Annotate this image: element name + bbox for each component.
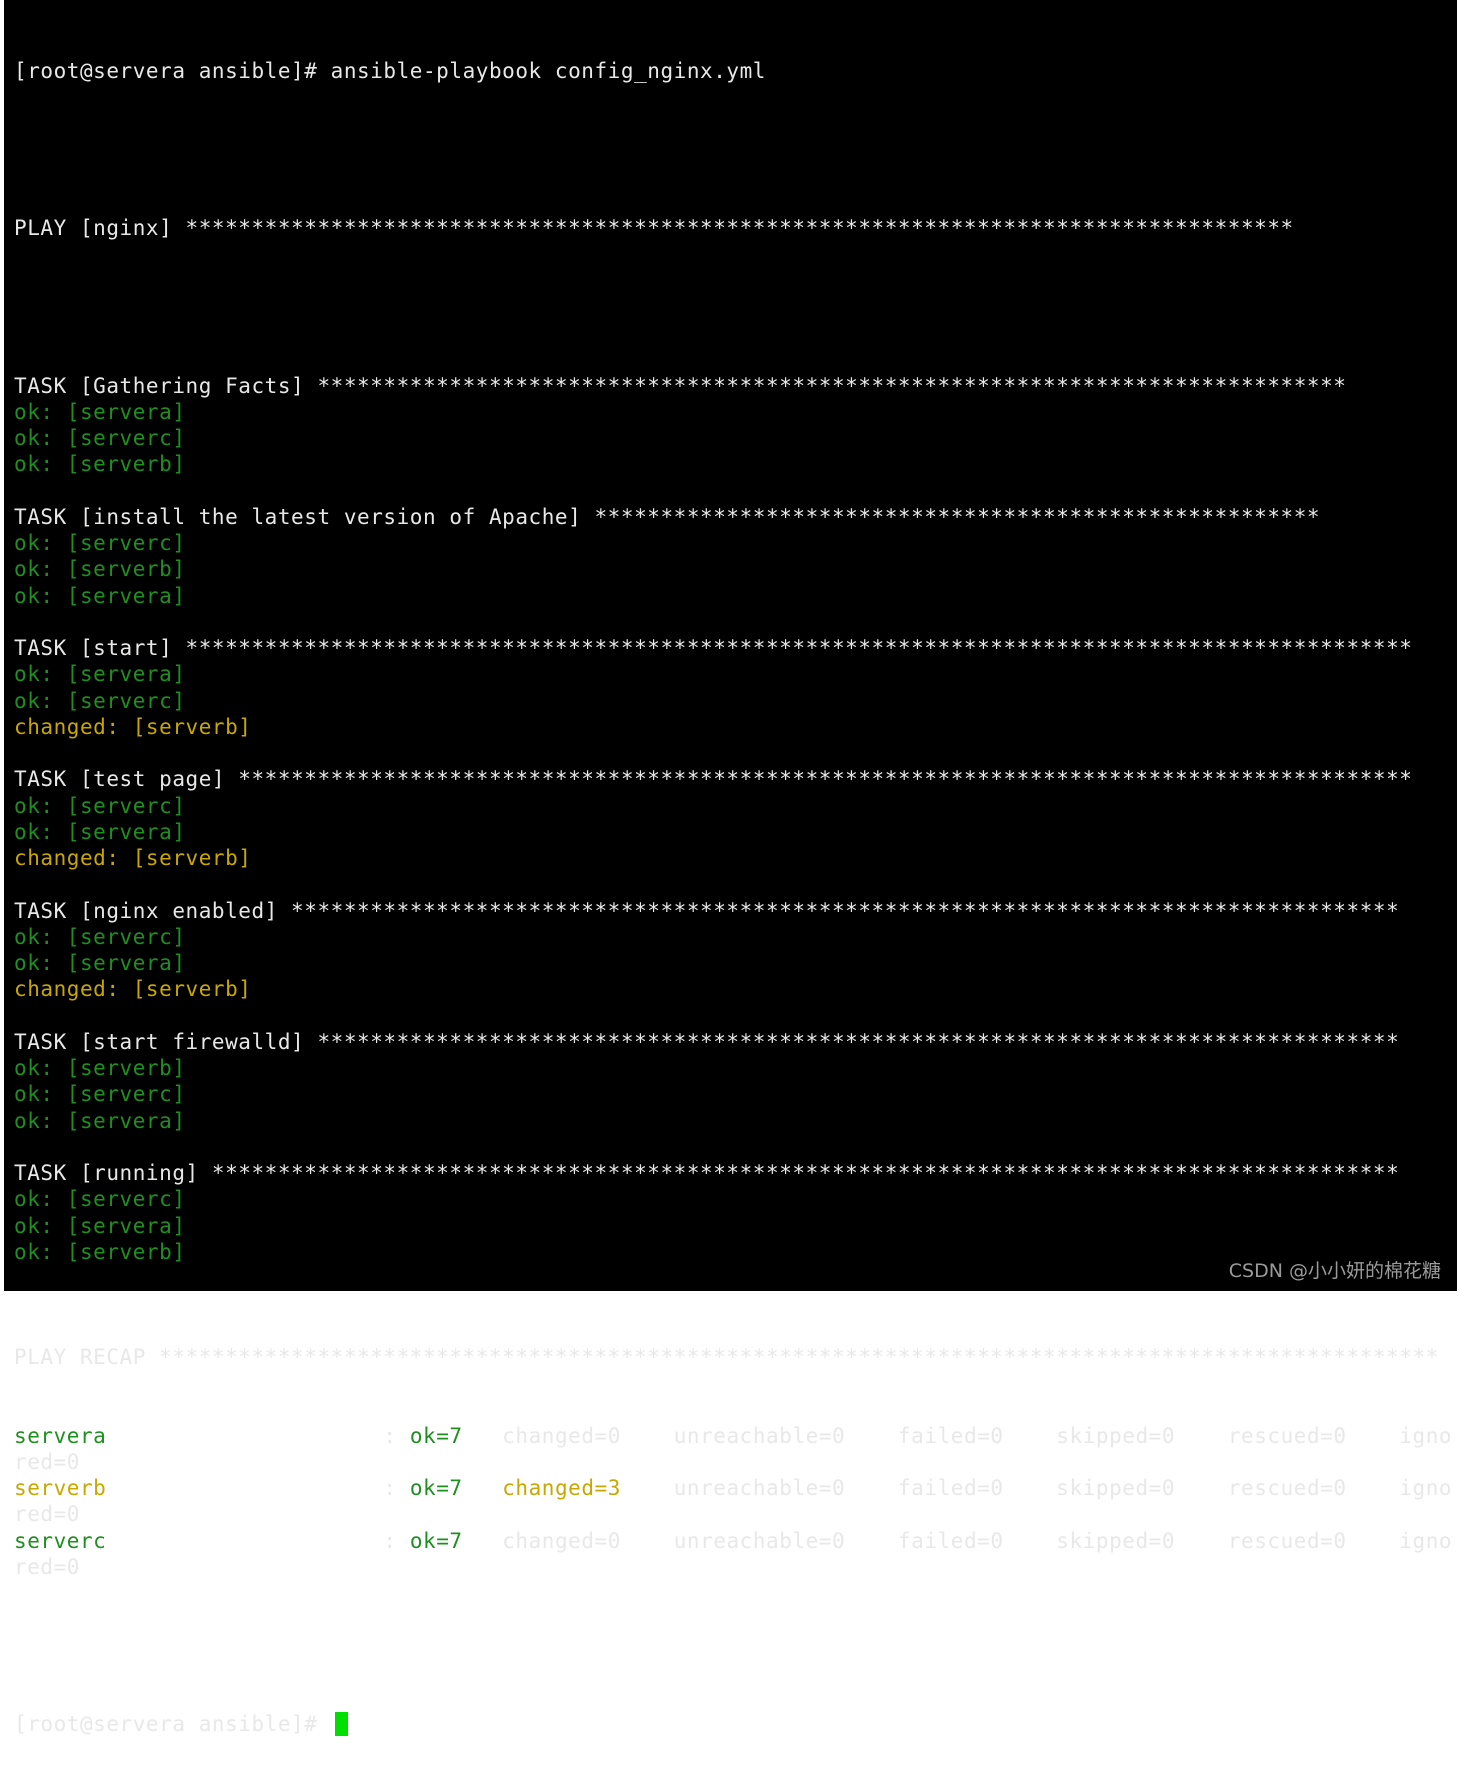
task-result: ok: [serverc]	[14, 688, 186, 713]
task-header: TASK [running] *************************…	[14, 1161, 1400, 1185]
task-result: ok: [serverc]	[14, 1082, 186, 1107]
recap-ok: ok=7	[409, 1528, 463, 1553]
task-list: TASK [Gathering Facts] *****************…	[14, 373, 1454, 1292]
task-result: ok: [serverc]	[14, 531, 186, 555]
task-result: ok: [servera]	[14, 662, 186, 687]
recap-gap	[463, 1529, 503, 1553]
task-header: TASK [install the latest version of Apac…	[14, 504, 1321, 529]
recap-host: serverb	[14, 1476, 107, 1500]
recap-wrap: red=0	[14, 1449, 80, 1474]
recap-row: serverc : ok=7 changed=0 unreachable=0 f…	[14, 1528, 1454, 1554]
recap-changed: changed=0	[502, 1528, 621, 1553]
task-result: ok: [servera]	[14, 819, 186, 844]
recap-gap	[463, 1424, 503, 1448]
task-result: changed: [serverb]	[14, 846, 252, 870]
task-result: ok: [serverc]	[14, 793, 186, 818]
command-line: [root@servera ansible]# ansible-playbook…	[14, 58, 767, 83]
recap-header: PLAY RECAP *****************************…	[14, 1344, 1439, 1369]
task-result: ok: [serverc]	[14, 426, 186, 450]
task-result: ok: [serverb]	[14, 557, 186, 582]
recap-row: servera : ok=7 changed=0 unreachable=0 f…	[14, 1423, 1454, 1449]
recap-separator: :	[106, 1528, 410, 1553]
recap-row: serverb : ok=7 changed=3 unreachable=0 f…	[14, 1475, 1454, 1501]
recap-wrap: red=0	[14, 1554, 80, 1579]
recap-separator: :	[106, 1476, 410, 1500]
recap-rest: unreachable=0 failed=0 skipped=0 rescued…	[620, 1528, 1453, 1553]
task-result: ok: [servera]	[14, 399, 186, 424]
task-result: ok: [servera]	[14, 1213, 186, 1238]
recap-list: servera : ok=7 changed=0 unreachable=0 f…	[14, 1423, 1454, 1581]
prompt: [root@servera ansible]#	[14, 1712, 331, 1737]
recap-wrap: red=0	[14, 1502, 80, 1527]
recap-host: servera	[14, 1423, 107, 1448]
terminal-output[interactable]: [root@servera ansible]# ansible-playbook…	[14, 5, 1454, 1790]
task-header: TASK [nginx enabled] *******************…	[14, 898, 1400, 923]
recap-changed: changed=0	[502, 1423, 621, 1448]
task-result: ok: [serverc]	[14, 1187, 186, 1212]
recap-ok: ok=7	[409, 1476, 463, 1500]
task-result: ok: [serverc]	[14, 924, 186, 949]
terminal-window: [root@servera ansible]# ansible-playbook…	[4, 0, 1457, 1737]
task-result: ok: [servera]	[14, 583, 186, 608]
task-header: TASK [test page] ***********************…	[14, 767, 1413, 792]
recap-host: serverc	[14, 1528, 107, 1553]
task-result: ok: [servera]	[14, 951, 186, 975]
recap-ok: ok=7	[409, 1423, 463, 1448]
task-result: changed: [serverb]	[14, 977, 252, 1002]
recap-rest: unreachable=0 failed=0 skipped=0 rescued…	[620, 1423, 1453, 1448]
task-header: TASK [start] ***************************…	[14, 636, 1413, 660]
recap-rest: unreachable=0 failed=0 skipped=0 rescued…	[620, 1476, 1453, 1500]
recap-gap	[463, 1476, 503, 1500]
recap-separator: :	[106, 1423, 410, 1448]
task-result: ok: [serverb]	[14, 452, 186, 477]
task-header: TASK [start firewalld] *****************…	[14, 1029, 1400, 1054]
prompt-line[interactable]: [root@servera ansible]#	[14, 1711, 1454, 1737]
task-result: ok: [serverb]	[14, 1056, 186, 1080]
task-result: ok: [servera]	[14, 1108, 186, 1133]
recap-changed: changed=3	[502, 1476, 621, 1500]
task-result: changed: [serverb]	[14, 714, 252, 739]
play-header: PLAY [nginx] ***************************…	[14, 216, 1294, 240]
watermark: CSDN @小小妍的棉花糖	[1228, 1260, 1441, 1282]
cursor	[334, 1712, 348, 1737]
task-header: TASK [Gathering Facts] *****************…	[14, 373, 1347, 398]
